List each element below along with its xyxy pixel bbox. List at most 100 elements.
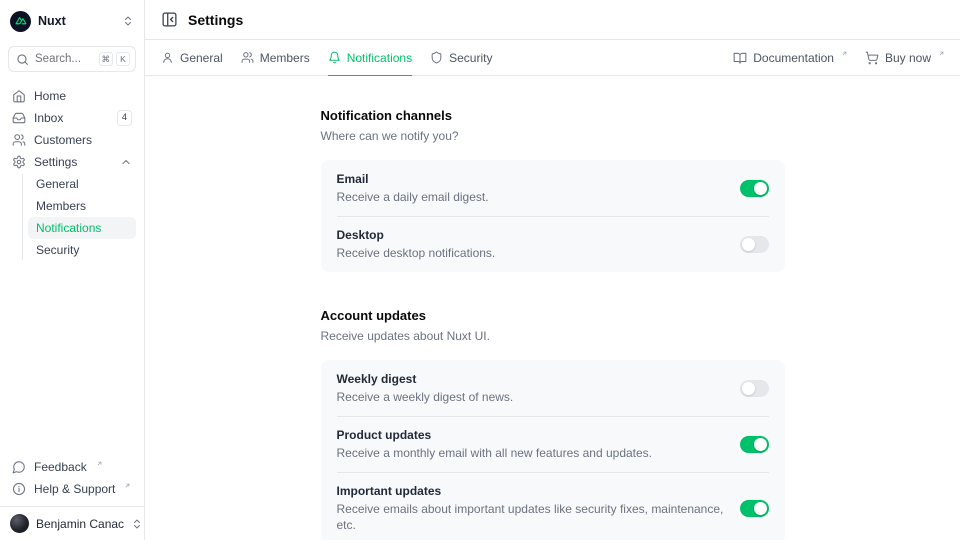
tab-security[interactable]: Security <box>430 40 492 76</box>
tabbar-actions: Documentation Buy now <box>733 40 944 75</box>
users-icon <box>12 133 26 147</box>
product-updates-toggle[interactable] <box>740 436 769 453</box>
action-label: Documentation <box>753 51 834 65</box>
search-shortcut: ⌘ K <box>99 52 131 66</box>
sidebar-item-general[interactable]: General <box>28 173 136 195</box>
sidebar-footer-links: Feedback Help & Support <box>0 456 144 506</box>
chevrons-up-down-icon <box>131 518 143 530</box>
sidebar-item-home[interactable]: Home <box>8 85 136 107</box>
cart-icon <box>865 51 879 65</box>
settings-subnav: General Members Notifications Security <box>8 173 136 261</box>
tab-members[interactable]: Members <box>241 40 310 76</box>
shield-icon <box>430 51 443 64</box>
external-link-icon <box>841 50 848 57</box>
bell-icon <box>328 51 341 64</box>
sidebar-item-members[interactable]: Members <box>28 195 136 217</box>
kbd-meta: ⌘ <box>99 52 114 66</box>
setting-description: Receive emails about important updates l… <box>337 501 724 533</box>
section-title: Notification channels <box>321 108 785 123</box>
sidebar-item-customers[interactable]: Customers <box>8 129 136 151</box>
message-bubble-icon <box>12 460 26 474</box>
user-avatar <box>10 514 29 533</box>
kbd-k: K <box>116 52 130 66</box>
setting-description: Receive a daily email digest. <box>337 189 489 205</box>
chevrons-up-down-icon <box>122 15 134 27</box>
setting-row-weekly-digest: Weekly digest Receive a weekly digest of… <box>321 360 785 416</box>
section-account-updates: Account updates Receive updates about Nu… <box>321 308 785 540</box>
sidebar-top: Nuxt Search... ⌘ K Home Inbox <box>0 0 144 261</box>
setting-row-product-updates: Product updates Receive a monthly email … <box>321 416 785 472</box>
home-icon <box>12 89 26 103</box>
nuxt-logo-icon <box>10 11 31 32</box>
app-root: Nuxt Search... ⌘ K Home Inbox <box>0 0 960 540</box>
book-icon <box>733 51 747 65</box>
search-placeholder: Search... <box>35 53 81 65</box>
sidebar-item-inbox[interactable]: Inbox 4 <box>8 107 136 129</box>
sidebar-subitem-label: Members <box>36 199 86 213</box>
sidebar-subitem-label: Notifications <box>36 221 101 235</box>
tab-general[interactable]: General <box>161 40 223 76</box>
sidebar-item-security[interactable]: Security <box>28 239 136 261</box>
setting-label: Product updates <box>337 427 653 443</box>
chevron-up-icon <box>120 156 132 168</box>
sidebar-item-label: Customers <box>34 134 92 146</box>
setting-label: Desktop <box>337 227 496 243</box>
help-support-link[interactable]: Help & Support <box>8 478 136 500</box>
feedback-link[interactable]: Feedback <box>8 456 136 478</box>
section-subtitle: Where can we notify you? <box>321 129 785 143</box>
setting-row-important-updates: Important updates Receive emails about i… <box>321 472 785 540</box>
important-updates-toggle[interactable] <box>740 500 769 517</box>
workspace-name: Nuxt <box>38 14 66 28</box>
tabs: General Members Notifications Security <box>161 40 492 75</box>
footer-link-label: Help & Support <box>34 483 115 495</box>
weekly-digest-toggle[interactable] <box>740 380 769 397</box>
external-link-icon <box>96 460 103 467</box>
page-header: Settings <box>145 0 960 40</box>
main-panel: Settings General Members Notifications <box>145 0 960 540</box>
setting-label: Weekly digest <box>337 371 514 387</box>
user-icon <box>161 51 174 64</box>
users-icon <box>241 51 254 64</box>
settings-tabbar: General Members Notifications Security <box>145 40 960 76</box>
info-circle-icon <box>12 482 26 496</box>
settings-content: Notification channels Where can we notif… <box>145 76 960 540</box>
sidebar-subitem-label: Security <box>36 243 79 257</box>
settings-card: Weekly digest Receive a weekly digest of… <box>321 360 785 540</box>
workspace-selector[interactable]: Nuxt <box>8 8 136 34</box>
sidebar-item-label: Inbox <box>34 112 63 124</box>
sidebar-item-settings[interactable]: Settings <box>8 151 136 173</box>
documentation-link[interactable]: Documentation <box>733 51 847 65</box>
inbox-icon <box>12 111 26 125</box>
user-menu[interactable]: Benjamin Canac <box>0 506 144 540</box>
sidebar: Nuxt Search... ⌘ K Home Inbox <box>0 0 145 540</box>
sidebar-item-label: Home <box>34 90 66 102</box>
gear-icon <box>12 155 26 169</box>
sidebar-bottom: Feedback Help & Support Benjamin Canac <box>0 456 144 540</box>
setting-description: Receive a weekly digest of news. <box>337 389 514 405</box>
email-toggle[interactable] <box>740 180 769 197</box>
collapse-sidebar-button[interactable] <box>161 11 178 28</box>
settings-card: Email Receive a daily email digest. Desk… <box>321 160 785 272</box>
buy-now-link[interactable]: Buy now <box>865 51 944 65</box>
external-link-icon <box>124 482 131 489</box>
setting-label: Email <box>337 171 489 187</box>
setting-row-desktop: Desktop Receive desktop notifications. <box>321 216 785 272</box>
desktop-toggle[interactable] <box>740 236 769 253</box>
tab-label: Notifications <box>347 51 412 65</box>
inbox-count-badge: 4 <box>117 110 132 125</box>
tab-label: Members <box>260 51 310 65</box>
search-input[interactable]: Search... ⌘ K <box>8 46 136 72</box>
sidebar-nav: Home Inbox 4 Customers Settings G <box>8 85 136 261</box>
setting-description: Receive a monthly email with all new fea… <box>337 445 653 461</box>
setting-description: Receive desktop notifications. <box>337 245 496 261</box>
search-icon <box>16 53 29 66</box>
section-subtitle: Receive updates about Nuxt UI. <box>321 329 785 343</box>
tab-label: Security <box>449 51 492 65</box>
action-label: Buy now <box>885 51 931 65</box>
sidebar-item-notifications[interactable]: Notifications <box>28 217 136 239</box>
page-title: Settings <box>188 12 243 28</box>
sidebar-subitem-label: General <box>36 177 79 191</box>
tab-label: General <box>180 51 223 65</box>
external-link-icon <box>938 50 945 57</box>
tab-notifications[interactable]: Notifications <box>328 40 412 76</box>
